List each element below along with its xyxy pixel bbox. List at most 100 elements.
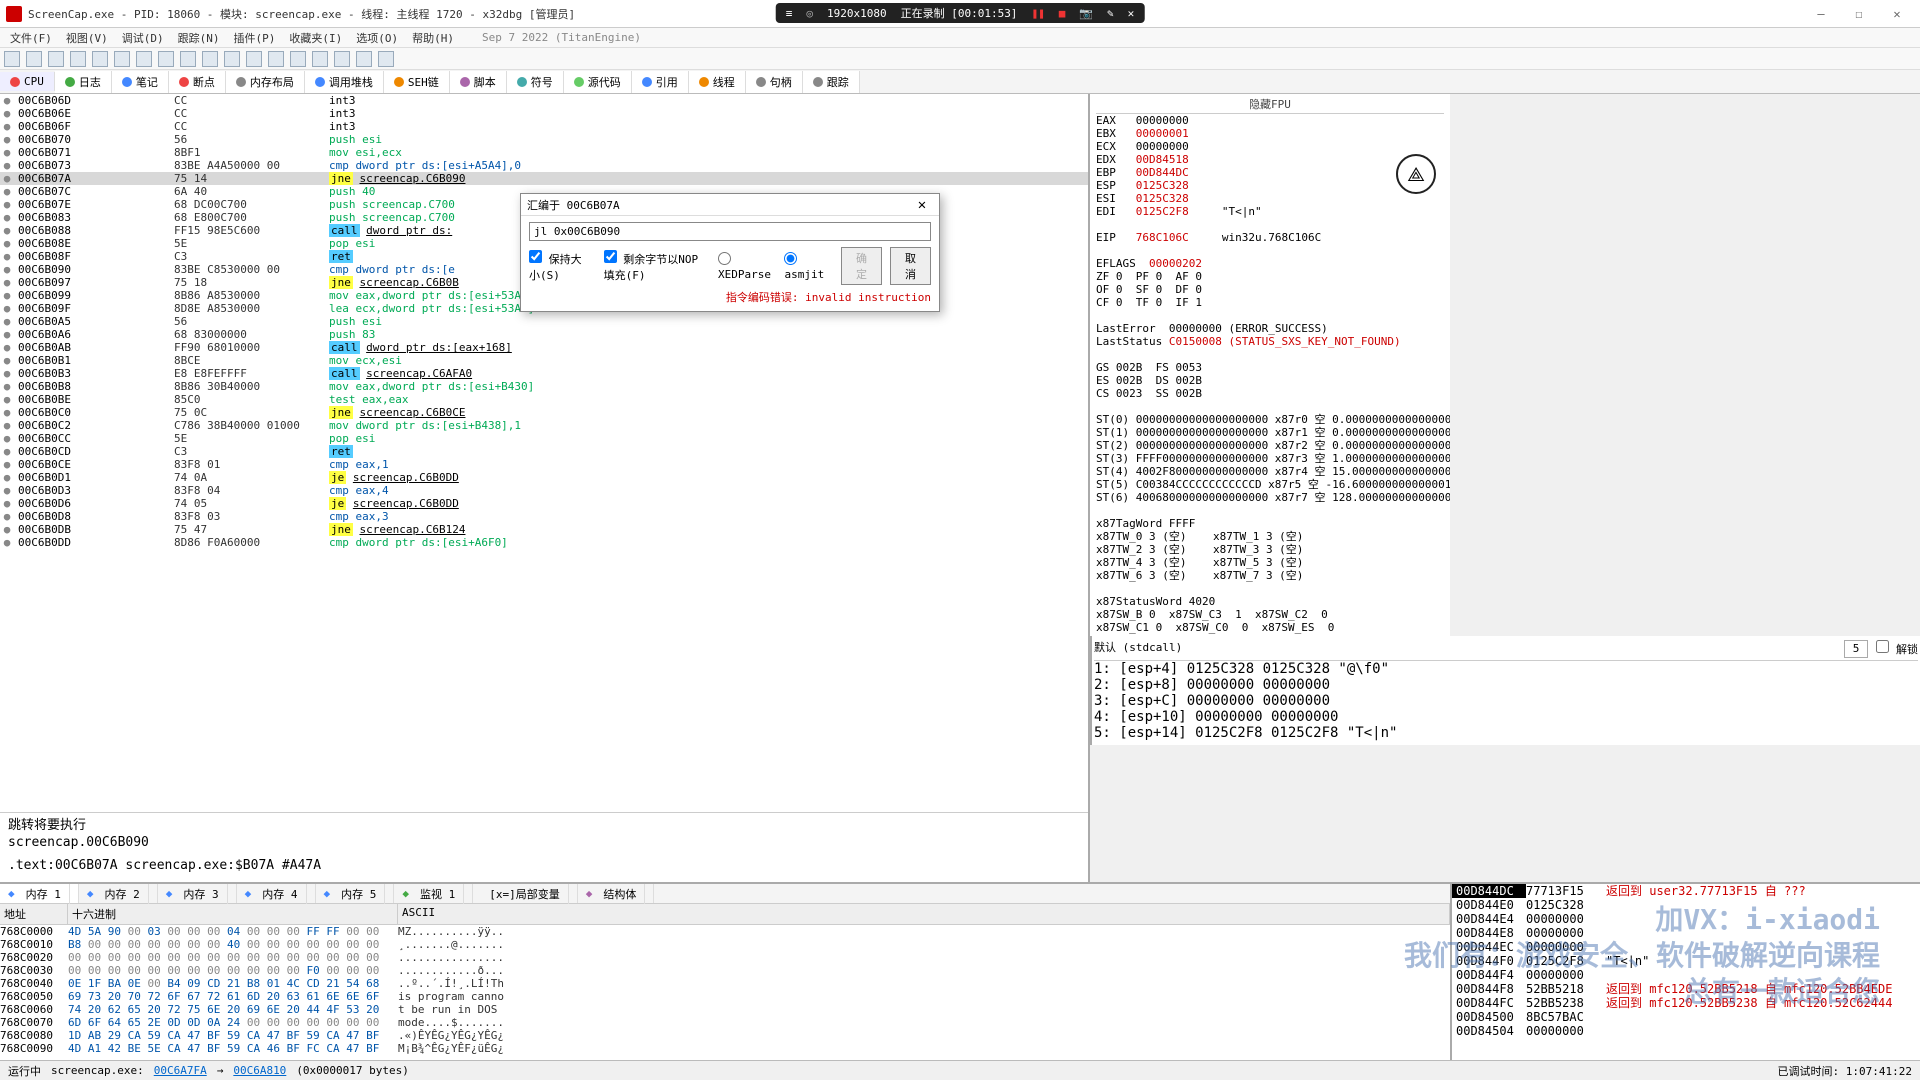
tab-source[interactable]: 源代码: [564, 71, 632, 93]
ok-button[interactable]: 确定: [841, 247, 882, 285]
tab-symbols[interactable]: 符号: [507, 71, 564, 93]
stop-icon[interactable]: ■: [1059, 7, 1066, 20]
menu-trace[interactable]: 跟踪(N): [172, 28, 226, 48]
dump-row[interactable]: 768C00004D 5A 90 00 03 00 00 00 04 00 00…: [0, 925, 1450, 938]
stack-row[interactable]: 00D844E800000000: [1452, 926, 1920, 940]
menu-plugins[interactable]: 插件(P): [228, 28, 282, 48]
disasm-row[interactable]: ●00C6B0A668 83000000push 83: [0, 328, 1088, 341]
disasm-row[interactable]: ●00C6B0D174 0Aje screencap.C6B0DD: [0, 471, 1088, 484]
menu-file[interactable]: 文件(F): [4, 28, 58, 48]
tab-script[interactable]: 脚本: [450, 71, 507, 93]
pencil-icon[interactable]: ✎: [1107, 7, 1114, 20]
disasm-row[interactable]: ●00C6B0D674 05je screencap.C6B0DD: [0, 497, 1088, 510]
disasm-row[interactable]: ●00C6B0C2C786 38B40000 01000mov dword pt…: [0, 419, 1088, 432]
disasm-row[interactable]: ●00C6B07A75 14jne screencap.C6B090: [0, 172, 1088, 185]
menu-debug[interactable]: 调试(D): [116, 28, 170, 48]
disasm-row[interactable]: ●00C6B0D383F8 04cmp eax,4: [0, 484, 1088, 497]
dump-row[interactable]: 768C006074 20 62 65 20 72 75 6E 20 69 6E…: [0, 1003, 1450, 1016]
tool-stepin-icon[interactable]: [114, 51, 130, 67]
disasm-row[interactable]: ●00C6B0CC5Epop esi: [0, 432, 1088, 445]
pause-icon[interactable]: ❚❚: [1031, 7, 1044, 20]
tool-pause-icon[interactable]: [92, 51, 108, 67]
struct-tab[interactable]: ◆结构体: [578, 884, 655, 903]
stack-row[interactable]: 00D844DC77713F15返回到 user32.77713F15 自 ??…: [1452, 884, 1920, 898]
menu-favorites[interactable]: 收藏夹(I): [283, 28, 348, 48]
disasm-row[interactable]: ●00C6B0CE83F8 01cmp eax,1: [0, 458, 1088, 471]
dump-row[interactable]: 768C0010B8 00 00 00 00 00 00 00 40 00 00…: [0, 938, 1450, 951]
asmjit-radio[interactable]: asmjit: [784, 252, 829, 281]
stack-row[interactable]: 00D844EC00000000: [1452, 940, 1920, 954]
stack-row[interactable]: 00D8450400000000: [1452, 1024, 1920, 1038]
status-addr1[interactable]: 00C6A7FA: [154, 1064, 207, 1077]
disasm-row[interactable]: ●00C6B0A556push esi: [0, 315, 1088, 328]
tool-open-icon[interactable]: [4, 51, 20, 67]
dump-row[interactable]: 768C003000 00 00 00 00 00 00 00 00 00 00…: [0, 964, 1450, 977]
dump-row[interactable]: 768C005069 73 20 70 72 6F 67 72 61 6D 20…: [0, 990, 1450, 1003]
stack-row[interactable]: 00D844F852BB5218返回到 mfc120.52BB5218 自 mf…: [1452, 982, 1920, 996]
dump-row[interactable]: 768C00706D 6F 64 65 2E 0D 0D 0A 24 00 00…: [0, 1016, 1450, 1029]
disasm-row[interactable]: ●00C6B06DCCint3: [0, 94, 1088, 107]
tool-run-icon[interactable]: [70, 51, 86, 67]
arg-count[interactable]: 5: [1844, 640, 1869, 658]
menu-help[interactable]: 帮助(H): [406, 28, 460, 48]
tab-cpu[interactable]: CPU: [0, 72, 55, 91]
disasm-row[interactable]: ●00C6B06FCCint3: [0, 120, 1088, 133]
stack-row[interactable]: 00D845008BC57BAC: [1452, 1010, 1920, 1024]
disasm-row[interactable]: ●00C6B0BE85C0test eax,eax: [0, 393, 1088, 406]
tab-seh[interactable]: SEH链: [384, 71, 450, 93]
disasm-row[interactable]: ●00C6B0C075 0Cjne screencap.C6B0CE: [0, 406, 1088, 419]
keep-size-checkbox[interactable]: 保持大小(S): [529, 250, 592, 283]
stack-row[interactable]: 00D844E400000000: [1452, 912, 1920, 926]
xedparse-radio[interactable]: XEDParse: [718, 252, 772, 281]
dump-tab-3[interactable]: ◆内存 3: [158, 884, 237, 903]
dump-row[interactable]: 768C00904D A1 42 BE 5E CA 47 BF 59 CA 46…: [0, 1042, 1450, 1055]
watch-tab-1[interactable]: ◆监视 1: [394, 884, 473, 903]
cancel-button[interactable]: 取消: [890, 247, 931, 285]
disasm-row[interactable]: ●00C6B0CDC3ret: [0, 445, 1088, 458]
call-convention[interactable]: 默认 (stdcall): [1094, 640, 1836, 658]
disasm-row[interactable]: ●00C6B06ECCint3: [0, 107, 1088, 120]
tab-memmap[interactable]: 内存布局: [226, 71, 305, 93]
tool-more3-icon[interactable]: [246, 51, 262, 67]
stack-row[interactable]: 00D844F00125C2F8"T<|n": [1452, 954, 1920, 968]
stack-row[interactable]: 00D844F400000000: [1452, 968, 1920, 982]
stack-row[interactable]: 00D844FC52BB5238返回到 mfc120.52BB5238 自 mf…: [1452, 996, 1920, 1010]
fill-nop-checkbox[interactable]: 剩余字节以NOP填充(F): [604, 250, 706, 283]
tool-stepout-icon[interactable]: [158, 51, 174, 67]
tool-more7-icon[interactable]: [334, 51, 350, 67]
locals-tab[interactable]: [x=]局部变量: [473, 884, 578, 903]
tool-restart-icon[interactable]: [26, 51, 42, 67]
tab-breakpoints[interactable]: 断点: [169, 71, 226, 93]
tab-handles[interactable]: 句柄: [746, 71, 803, 93]
tool-more4-icon[interactable]: [268, 51, 284, 67]
camera-icon[interactable]: 📷: [1079, 7, 1093, 20]
tool-more6-icon[interactable]: [312, 51, 328, 67]
disasm-row[interactable]: ●00C6B0718BF1mov esi,ecx: [0, 146, 1088, 159]
stack-row[interactable]: 00D844E00125C328: [1452, 898, 1920, 912]
menu-options[interactable]: 选项(O): [350, 28, 404, 48]
assemble-input[interactable]: [529, 222, 931, 241]
dump-tab-2[interactable]: ◆内存 2: [79, 884, 158, 903]
rec-menu-icon[interactable]: ≡: [786, 7, 793, 20]
dump-tab-1[interactable]: ◆内存 1: [0, 884, 79, 903]
disasm-row[interactable]: ●00C6B07056push esi: [0, 133, 1088, 146]
dump-tab-5[interactable]: ◆内存 5: [316, 884, 395, 903]
tool-more2-icon[interactable]: [224, 51, 240, 67]
disasm-row[interactable]: ●00C6B07383BE A4A50000 00cmp dword ptr d…: [0, 159, 1088, 172]
disasm-row[interactable]: ●00C6B0B18BCEmov ecx,esi: [0, 354, 1088, 367]
dialog-close-icon[interactable]: ✕: [911, 197, 933, 213]
tab-refs[interactable]: 引用: [632, 71, 689, 93]
dump-row[interactable]: 768C00801D AB 29 CA 59 CA 47 BF 59 CA 47…: [0, 1029, 1450, 1042]
tab-notes[interactable]: 笔记: [112, 71, 169, 93]
dump-body[interactable]: 768C00004D 5A 90 00 03 00 00 00 04 00 00…: [0, 925, 1450, 1060]
disasm-row[interactable]: ●00C6B0B88B86 30B40000mov eax,dword ptr …: [0, 380, 1088, 393]
dump-row[interactable]: 768C00400E 1F BA 0E 00 B4 09 CD 21 B8 01…: [0, 977, 1450, 990]
rec-close-icon[interactable]: ✕: [1128, 7, 1135, 20]
disasm-row[interactable]: ●00C6B0DD8D86 F0A60000cmp dword ptr ds:[…: [0, 536, 1088, 549]
tab-threads[interactable]: 线程: [689, 71, 746, 93]
menu-view[interactable]: 视图(V): [60, 28, 114, 48]
maximize-button[interactable]: ☐: [1842, 4, 1876, 24]
tool-more8-icon[interactable]: [356, 51, 372, 67]
dump-tab-4[interactable]: ◆内存 4: [237, 884, 316, 903]
tab-callstack[interactable]: 调用堆栈: [305, 71, 384, 93]
